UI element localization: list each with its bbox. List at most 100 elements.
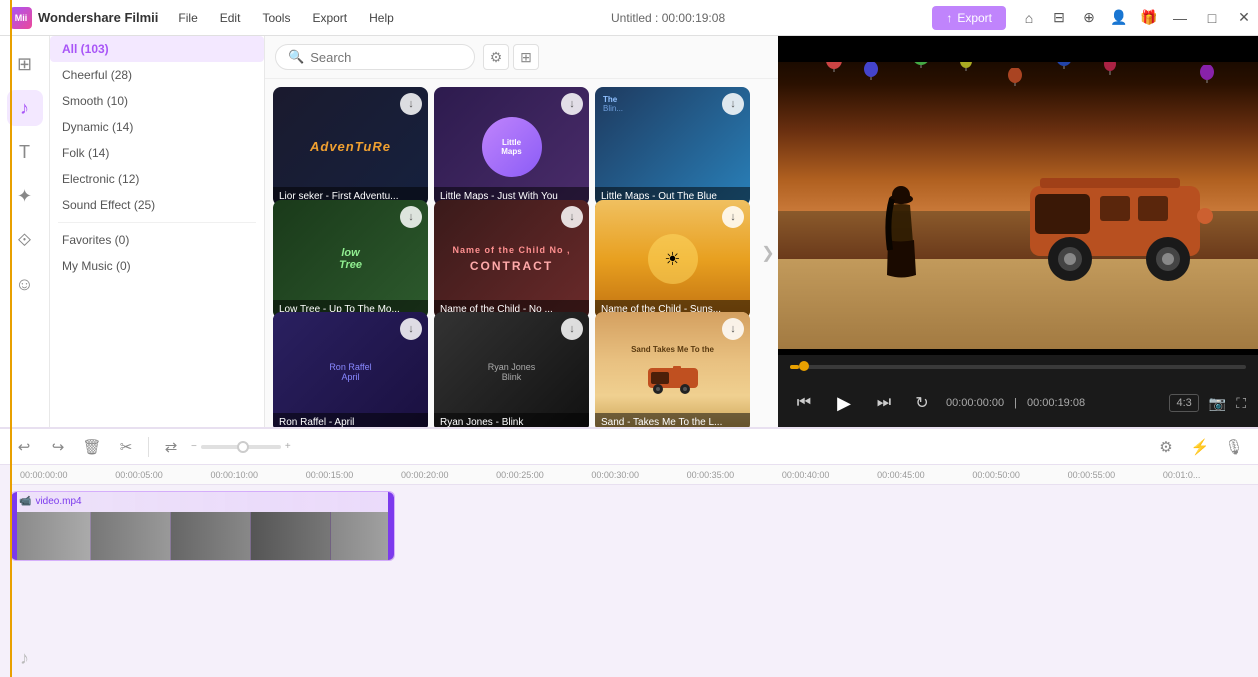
ruler-mark-1: 00:00:05:00 [115,470,210,480]
filter-dynamic[interactable]: Dynamic (14) [50,114,264,140]
thumb-1 [11,512,91,561]
swap-button[interactable]: ⇄ [157,433,185,461]
music-card-3[interactable]: The Blin... ↓ Little Maps - Out The Blue [595,87,750,206]
download-btn-1[interactable]: ↓ [400,93,422,115]
music-card-7[interactable]: Ron RaffelApril ↓ Ron Raffel - April [273,312,428,427]
settings-icon[interactable]: ⚙ [1152,433,1180,461]
filter-all[interactable]: All (103) [50,36,264,62]
camera-icon[interactable]: 📷 [1209,395,1226,412]
search-box[interactable]: 🔍 [275,44,475,70]
filter-smooth[interactable]: Smooth (10) [50,88,264,114]
skip-forward-button[interactable]: ⏭ [870,389,898,417]
undo-button[interactable]: ↩ [10,433,38,461]
music-card-2[interactable]: LittleMaps ↓ Little Maps - Just With You [434,87,589,206]
minimize-button[interactable]: — [1166,4,1194,32]
nav-effects[interactable]: ✦ [7,178,43,214]
title-area: Untitled : 00:00:19:08 [404,11,932,25]
export-button[interactable]: ↑ Export [932,6,1006,30]
filter-button[interactable]: ⚙ [483,44,509,70]
preview-video [778,36,1258,355]
menu-tools[interactable]: Tools [252,7,300,29]
filter-cheerful[interactable]: Cheerful (28) [50,62,264,88]
delete-button[interactable]: 🗑 [78,433,106,461]
redo-button[interactable]: ↪ [44,433,72,461]
mic-icon[interactable]: 🎙 [1220,433,1248,461]
scroll-arrow[interactable]: ❯ [761,243,774,263]
export-label: Export [957,11,992,25]
ruler-mark-8: 00:00:40:00 [782,470,877,480]
music-note-icon: ♪ [20,648,29,668]
nav-transitions[interactable]: ⟐ [7,222,43,258]
ruler-mark-10: 00:00:50:00 [972,470,1067,480]
menu-export[interactable]: Export [302,7,357,29]
video-track[interactable]: 📹 video.mp4 [10,491,395,561]
download-btn-3[interactable]: ↓ [722,93,744,115]
balloon-2 [864,62,878,85]
music-card-6[interactable]: ☀ ↓ Name of the Child - Suns... [595,200,750,319]
filter-folk[interactable]: Folk (14) [50,140,264,166]
timeline-ruler: 00:00:00:00 00:00:05:00 00:00:10:00 00:0… [10,465,1258,485]
music-note-area: ♪ [20,648,29,669]
grid-view-button[interactable]: ⊞ [513,44,539,70]
preview-area: ⏮ ▶ ⏭ ↻ 00:00:00:00 | 00:00:19:08 4:3 📷 … [778,36,1258,427]
app-logo: Mii Wondershare Filmii [0,7,168,29]
ruler-mark-12: 00:01:0... [1163,470,1258,480]
thumb-2 [91,512,171,561]
play-button[interactable]: ▶ [828,387,860,419]
track-handle-left[interactable] [11,492,17,560]
music-card-9[interactable]: Sand Takes Me To the [595,312,750,427]
fullscreen-button[interactable]: ⛶ [1236,395,1246,412]
download-btn-5[interactable]: ↓ [561,206,583,228]
menu-bar: Mii Wondershare Filmii File Edit Tools E… [0,0,1258,36]
person-silhouette [884,185,919,285]
filter-electronic[interactable]: Electronic (12) [50,166,264,192]
maximize-button[interactable]: □ [1198,4,1226,32]
nav-audio[interactable]: ♪ [7,90,43,126]
filter-favorites[interactable]: Favorites (0) [50,227,264,253]
nav-text[interactable]: T [7,134,43,170]
cut-button[interactable]: ✂ [112,433,140,461]
grid-toggle: ⚙ ⊞ [483,44,539,70]
ruler-mark-5: 00:00:25:00 [496,470,591,480]
balloon-9 [1200,65,1214,88]
nav-stickers[interactable]: ☺ [7,266,43,302]
music-card-1[interactable]: AdvenTuRe ↓ Lior seker - First Adventu..… [273,87,428,206]
bookmark-icon[interactable]: ⊟ [1046,5,1072,31]
zoom-track[interactable] [201,445,281,449]
search-icon: 🔍 [288,49,304,65]
tracks-area: 00:00:00:00 00:00:05:00 00:00:10:00 00:0… [10,465,1258,677]
user-icon[interactable]: 👤 [1106,5,1132,31]
search-input[interactable] [310,50,462,65]
download-btn-4[interactable]: ↓ [400,206,422,228]
music-card-5[interactable]: Name of the Child No , CONTRACT ↓ Name o… [434,200,589,319]
menu-file[interactable]: File [168,7,207,29]
cart-icon[interactable]: ⊕ [1076,5,1102,31]
download-btn-6[interactable]: ↓ [722,206,744,228]
zoom-knob[interactable] [237,441,249,453]
music-card-8[interactable]: Ryan JonesBlink ↓ Ryan Jones - Blink [434,312,589,427]
close-button[interactable]: ✕ [1230,4,1258,32]
menu-help[interactable]: Help [359,7,404,29]
time-separator: | [1014,397,1017,409]
zoom-in-icon[interactable]: + [285,441,291,452]
home-icon[interactable]: ⌂ [1016,5,1042,31]
download-btn-2[interactable]: ↓ [561,93,583,115]
loop-button[interactable]: ↻ [908,389,936,417]
timeline-toolbar: ↩ ↪ 🗑 ✂ ⇄ − + ⚙ ⚡ 🎙 [0,429,1258,465]
ruler-mark-9: 00:00:45:00 [877,470,972,480]
adjustments-icon[interactable]: ⚡ [1186,433,1214,461]
music-card-4[interactable]: low Tree ↓ Low Tree - Up To The Mo... [273,200,428,319]
filter-sound-effect[interactable]: Sound Effect (25) [50,192,264,218]
bottom-bar [778,349,1258,355]
zoom-out-icon[interactable]: − [191,441,197,452]
zoom-slider: − + [191,441,291,452]
gift-icon[interactable]: 🎁 [1136,5,1162,31]
skip-back-button[interactable]: ⏮ [790,389,818,417]
ruler-mark-11: 00:00:55:00 [1068,470,1163,480]
filter-my-music[interactable]: My Music (0) [50,253,264,279]
track-handle-right[interactable] [388,492,394,560]
menu-edit[interactable]: Edit [210,7,251,29]
icon-nav: ⊞ ♪ T ✦ ⟐ ☺ [0,36,50,427]
nav-media[interactable]: ⊞ [7,46,43,82]
timeline-right-buttons: ⚙ ⚡ 🎙 [1152,433,1248,461]
